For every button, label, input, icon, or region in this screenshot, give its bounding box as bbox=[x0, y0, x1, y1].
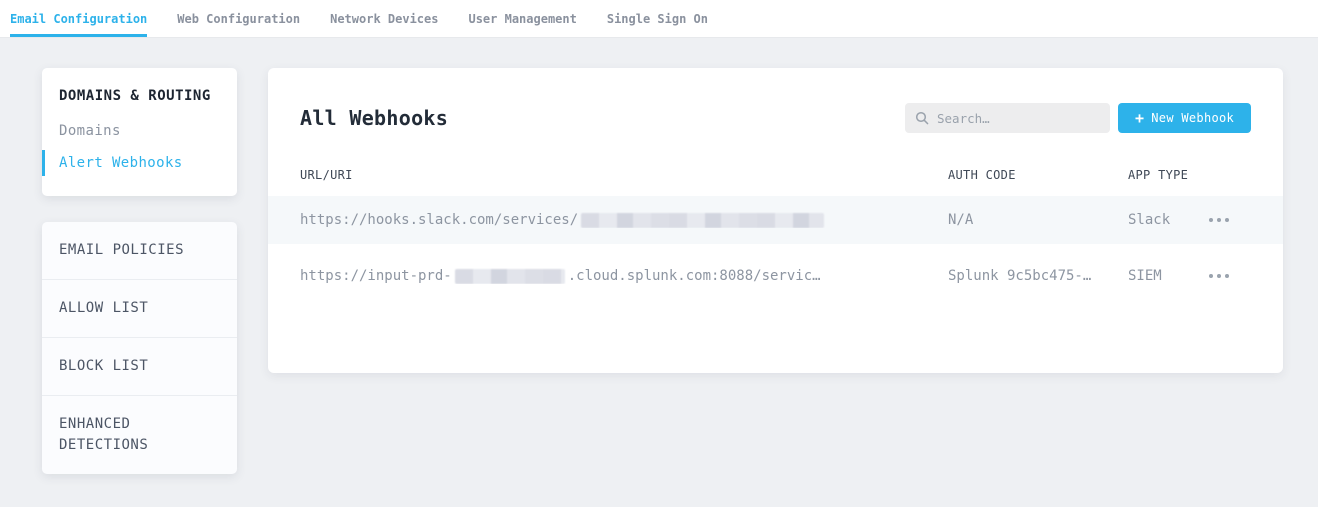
column-header-url: URL/URI bbox=[300, 168, 948, 182]
redacted-url-segment bbox=[581, 213, 824, 228]
tab-network-devices[interactable]: Network Devices bbox=[330, 0, 438, 37]
tab-user-management[interactable]: User Management bbox=[468, 0, 576, 37]
sidebar-item-email-policies[interactable]: EMAIL POLICIES bbox=[42, 222, 237, 280]
auth-code-value: N/A bbox=[948, 212, 1128, 228]
webhooks-table: URL/URI AUTH CODE APP TYPE https://hooks… bbox=[268, 163, 1283, 308]
table-header-row: URL/URI AUTH CODE APP TYPE bbox=[268, 163, 1283, 187]
tab-web-configuration[interactable]: Web Configuration bbox=[177, 0, 300, 37]
domains-routing-card: DOMAINS & ROUTING Domains Alert Webhooks bbox=[42, 68, 237, 196]
search-input[interactable] bbox=[937, 111, 1100, 126]
app-type-value: Slack bbox=[1128, 212, 1207, 228]
tab-email-configuration[interactable]: Email Configuration bbox=[10, 0, 147, 37]
plus-icon: + bbox=[1135, 111, 1144, 126]
url-text: https://hooks.slack.com/services/ bbox=[300, 212, 578, 228]
sidebar-item-allow-list[interactable]: ALLOW LIST bbox=[42, 280, 237, 338]
app-type-value: SIEM bbox=[1128, 268, 1207, 284]
sidebar-item-alert-webhooks[interactable]: Alert Webhooks bbox=[59, 155, 237, 171]
url-text: .cloud.splunk.com:8088/servic… bbox=[568, 268, 821, 284]
row-actions-menu-icon[interactable] bbox=[1207, 212, 1231, 228]
search-box[interactable] bbox=[905, 103, 1110, 133]
redacted-url-segment bbox=[455, 269, 565, 284]
column-header-app-type: APP TYPE bbox=[1128, 168, 1207, 182]
page-title: All Webhooks bbox=[300, 106, 448, 130]
sidebar-item-block-list[interactable]: BLOCK LIST bbox=[42, 338, 237, 396]
sidebar-item-domains[interactable]: Domains bbox=[59, 123, 237, 139]
new-webhook-button[interactable]: + New Webhook bbox=[1118, 103, 1251, 133]
column-header-auth-code: AUTH CODE bbox=[948, 168, 1128, 182]
auth-code-value: Splunk 9c5bc475-… bbox=[948, 268, 1128, 284]
table-row[interactable]: https://input-prd- .cloud.splunk.com:808… bbox=[268, 244, 1283, 308]
row-actions-menu-icon[interactable] bbox=[1207, 268, 1231, 284]
table-row[interactable]: https://hooks.slack.com/services/ N/A Sl… bbox=[268, 196, 1283, 244]
tab-single-sign-on[interactable]: Single Sign On bbox=[607, 0, 708, 37]
webhook-url: https://input-prd- .cloud.splunk.com:808… bbox=[300, 268, 948, 284]
url-text: https://input-prd- bbox=[300, 268, 452, 284]
search-icon bbox=[915, 111, 929, 125]
panel-header: All Webhooks + New Webhook bbox=[268, 103, 1283, 133]
new-webhook-label: New Webhook bbox=[1151, 111, 1234, 125]
webhooks-panel: All Webhooks + New Webhook URL/URI AUTH … bbox=[268, 68, 1283, 373]
webhook-url: https://hooks.slack.com/services/ bbox=[300, 212, 948, 228]
sidebar-item-enhanced-detections[interactable]: ENHANCED DETECTIONS bbox=[42, 396, 237, 474]
policy-sections-card: EMAIL POLICIES ALLOW LIST BLOCK LIST ENH… bbox=[42, 222, 237, 474]
domains-routing-heading: DOMAINS & ROUTING bbox=[59, 88, 237, 104]
top-navigation: Email Configuration Web Configuration Ne… bbox=[0, 0, 1318, 38]
